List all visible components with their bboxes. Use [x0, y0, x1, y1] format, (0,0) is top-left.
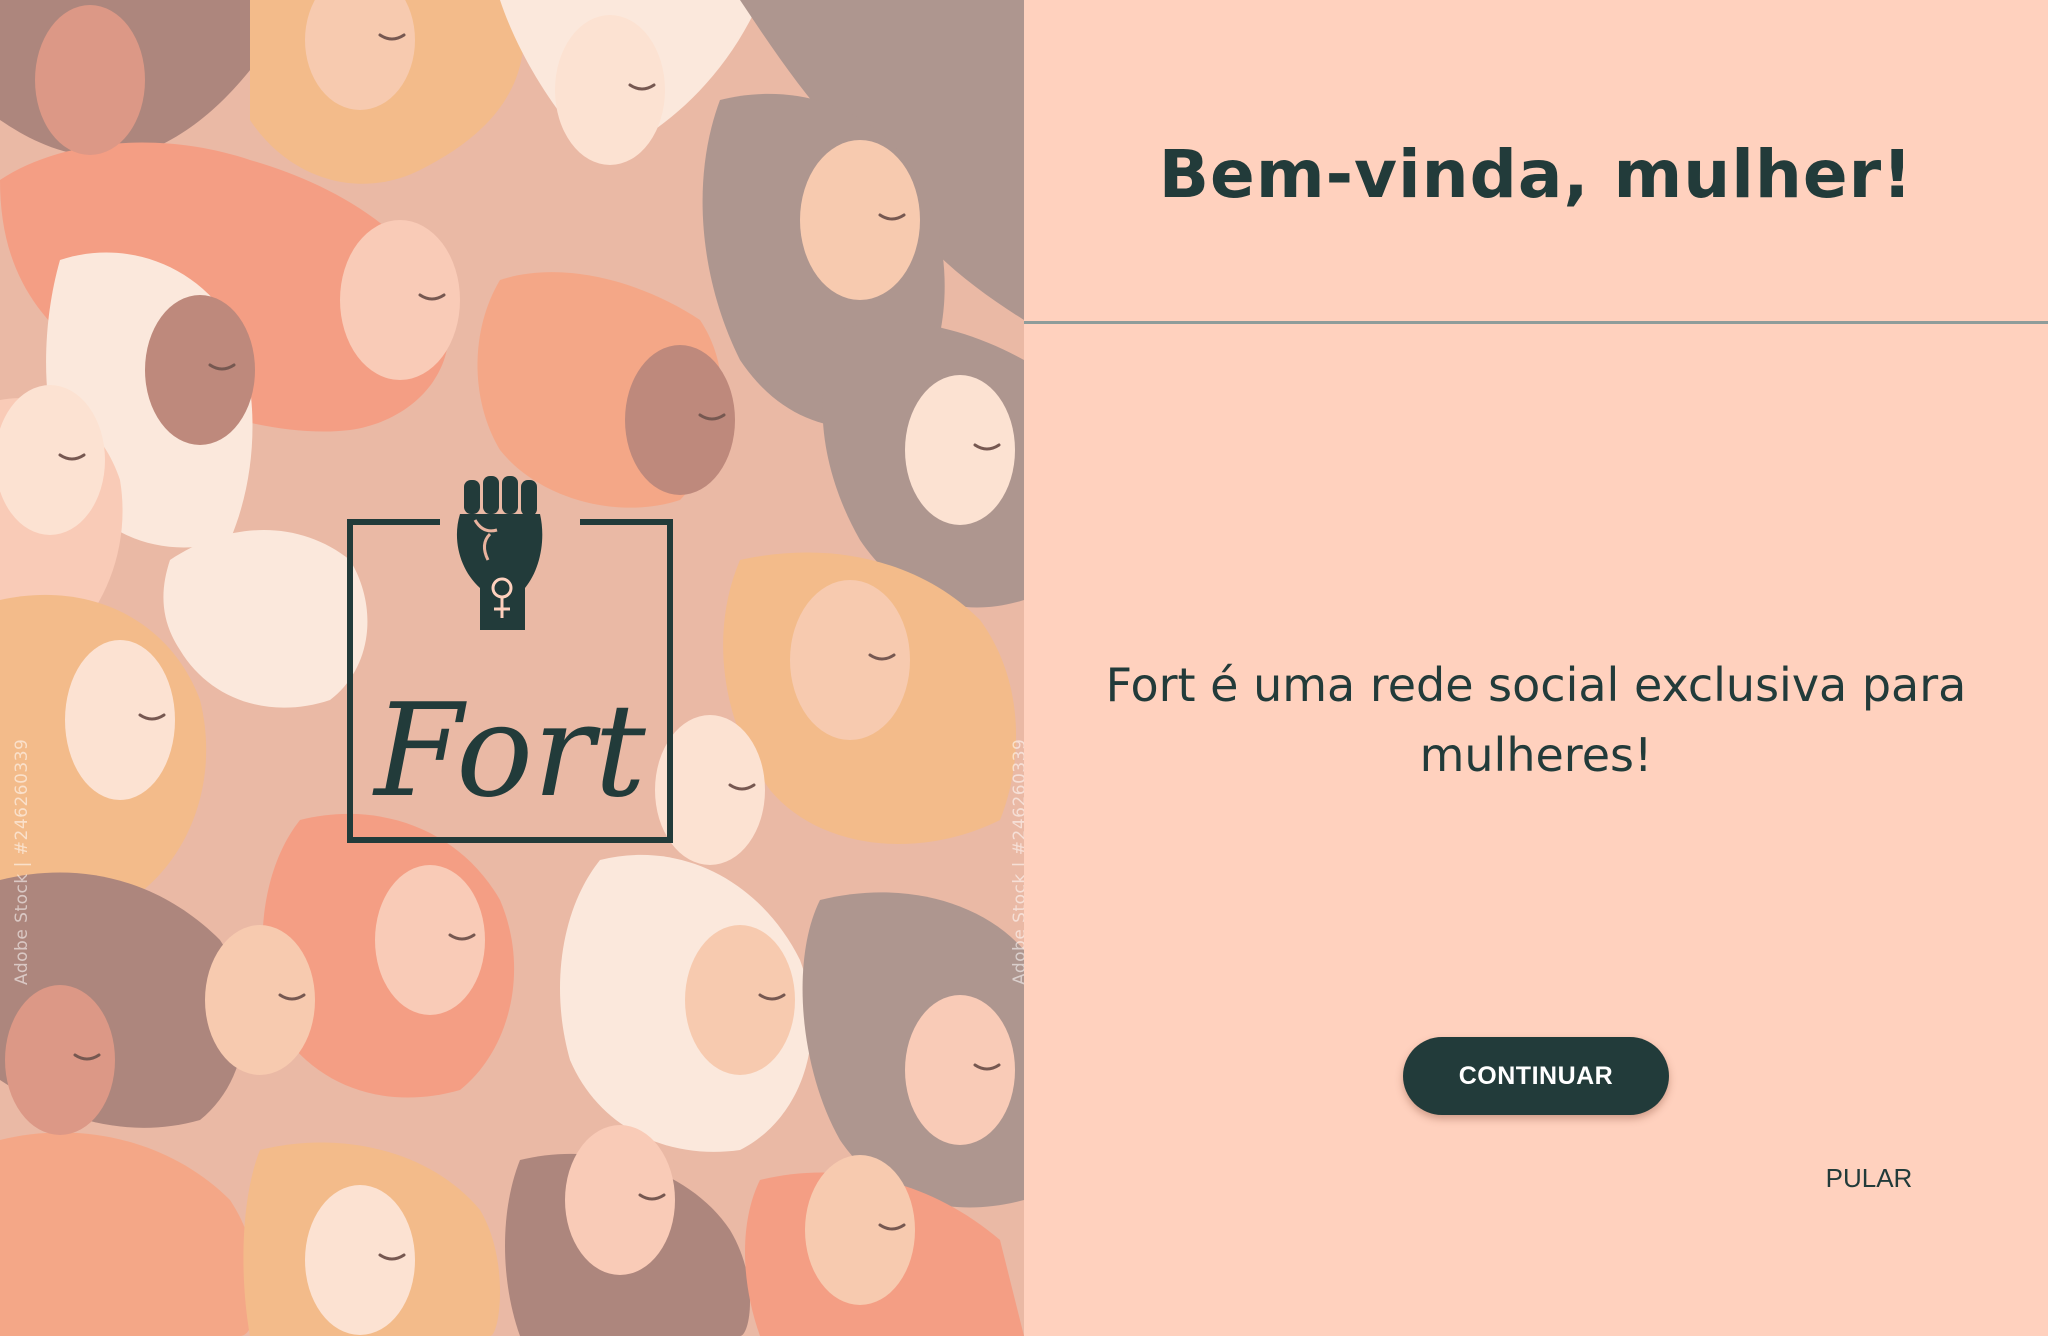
fort-wordmark: Fort — [372, 677, 646, 826]
divider — [1024, 321, 2048, 324]
illustration-panel: Adobe Stock | #246260339 Adobe Stock | #… — [0, 0, 1024, 1336]
skip-button[interactable]: PULAR — [1804, 1163, 1934, 1194]
welcome-panel: Bem-vinda, mulher! Fort é uma rede socia… — [1024, 0, 2048, 1336]
watermark-text-right: Adobe Stock | #246260339 — [1010, 738, 1024, 985]
continue-button[interactable]: CONTINUAR — [1403, 1037, 1669, 1115]
watermark-text-left: Adobe Stock | #246260339 — [12, 738, 32, 985]
onboarding-screen: Adobe Stock | #246260339 Adobe Stock | #… — [0, 0, 2048, 1336]
fort-logo: Fort — [347, 476, 673, 843]
welcome-description: Fort é uma rede social exclusiva para mu… — [1105, 658, 1967, 782]
page-title: Bem-vinda, mulher! — [1158, 136, 1914, 213]
raised-fist-icon — [456, 476, 543, 630]
